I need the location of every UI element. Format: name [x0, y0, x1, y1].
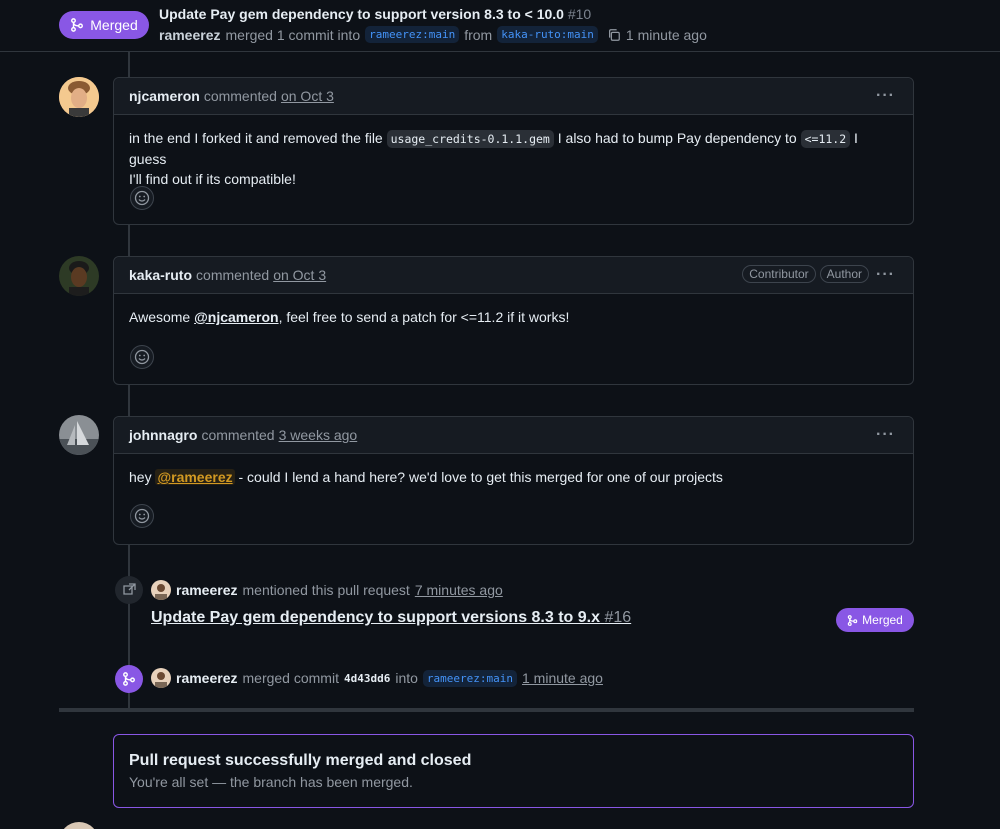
copy-icon[interactable] — [607, 28, 621, 42]
commit-sha[interactable]: 4d43dd6 — [344, 672, 390, 685]
inline-code: <=11.2 — [800, 130, 851, 148]
avatar[interactable] — [59, 256, 99, 296]
comment-time[interactable]: on Oct 3 — [281, 88, 334, 104]
comment-text: Awesome — [129, 309, 191, 325]
pr-number: #10 — [567, 6, 592, 22]
avatar[interactable] — [59, 822, 99, 829]
referenced-pr-state-badge: Merged — [836, 608, 914, 632]
comment-author[interactable]: kaka-ruto — [129, 267, 192, 283]
comment-time[interactable]: on Oct 3 — [273, 267, 326, 283]
head-branch[interactable]: kaka-ruto:main — [497, 26, 598, 43]
merged-text: merged 1 commit into — [225, 26, 361, 43]
comment-body: in the end I forked it and removed the f… — [114, 115, 913, 189]
comment-text: I'll find out if its compatible! — [129, 171, 296, 187]
pr-author[interactable]: rameerez — [159, 27, 221, 43]
into-text: into — [395, 670, 418, 686]
more-options-icon[interactable]: ··· — [876, 266, 895, 284]
contributor-label: Contributor — [742, 265, 816, 283]
user-mention[interactable]: @rameerez — [155, 469, 235, 485]
pr-title-text: Update Pay gem dependency to support ver… — [159, 6, 564, 22]
merge-event: rameerez merged commit 4d43dd6 into rame… — [151, 668, 603, 688]
base-branch[interactable]: rameerez:main — [422, 669, 517, 687]
referenced-pr-state: Merged — [862, 613, 903, 627]
event-time[interactable]: 7 minutes ago — [415, 582, 503, 598]
cross-reference-icon — [123, 583, 136, 595]
comment-labels: Contributor Author — [742, 265, 869, 283]
merged-state-badge: Merged — [59, 11, 149, 39]
referenced-pr-link[interactable]: Update Pay gem dependency to support ver… — [151, 609, 631, 627]
event-author[interactable]: rameerez — [176, 670, 238, 686]
comment-time[interactable]: 3 weeks ago — [279, 427, 358, 443]
pr-merge-summary: rameerez merged 1 commit into rameerez:m… — [159, 26, 707, 43]
comment-action: commented — [196, 267, 270, 283]
avatar[interactable] — [151, 668, 171, 688]
comment-author[interactable]: johnnagro — [129, 427, 197, 443]
from-text: from — [464, 26, 493, 43]
smiley-icon — [134, 508, 150, 524]
avatar[interactable] — [59, 77, 99, 117]
comment-author[interactable]: njcameron — [129, 88, 200, 104]
merge-icon — [71, 18, 84, 32]
comment-text: hey — [129, 469, 152, 485]
avatar[interactable] — [151, 580, 171, 600]
author-label: Author — [819, 265, 869, 283]
comment-action: commented — [201, 427, 275, 443]
comment-text: I also had to bump Pay dependency to — [557, 130, 797, 146]
avatar[interactable] — [59, 415, 99, 455]
comment-body: Awesome @njcameron, feel free to send a … — [114, 294, 913, 327]
comment-header: johnnagro commented 3 weeks ago ··· — [114, 417, 913, 454]
comment-action: commented — [203, 88, 277, 104]
merge-icon — [123, 672, 135, 686]
merge-icon — [847, 614, 858, 626]
event-text: mentioned this pull request — [242, 582, 410, 598]
comment-card: johnnagro commented 3 weeks ago ··· hey … — [113, 416, 914, 545]
referenced-pr-title: Update Pay gem dependency to support ver… — [151, 609, 601, 626]
pr-sticky-header: Merged Update Pay gem dependency to supp… — [0, 0, 1000, 52]
referenced-pr-number: #16 — [604, 609, 632, 626]
merge-status-box: Pull request successfully merged and clo… — [113, 734, 914, 808]
comment-text: , feel free to send a patch for <=11.2 i… — [278, 309, 570, 325]
add-reaction-button[interactable] — [130, 345, 154, 369]
header-time[interactable]: 1 minute ago — [626, 27, 707, 43]
event-text: merged commit — [242, 670, 339, 686]
merge-event-icon — [115, 665, 143, 693]
comment-text: - could I lend a hand here? we'd love to… — [238, 469, 723, 485]
pr-title[interactable]: Update Pay gem dependency to support ver… — [159, 6, 591, 22]
smiley-icon — [134, 349, 150, 365]
more-options-icon[interactable]: ··· — [876, 426, 895, 444]
inline-code: usage_credits-0.1.1.gem — [386, 130, 554, 148]
mention-event: rameerez mentioned this pull request 7 m… — [151, 580, 503, 600]
cross-reference-event-icon — [115, 576, 143, 604]
smiley-icon — [134, 190, 150, 206]
comment-header: njcameron commented on Oct 3 ··· — [114, 78, 913, 115]
comment-header: kaka-ruto commented on Oct 3 Contributor… — [114, 257, 913, 294]
add-reaction-button[interactable] — [130, 186, 154, 210]
comment-card: kaka-ruto commented on Oct 3 Contributor… — [113, 256, 914, 385]
comment-body: hey @rameerez - could I lend a hand here… — [114, 454, 913, 487]
merge-status-subtext: You're all set — the branch has been mer… — [129, 774, 413, 790]
comment-card: njcameron commented on Oct 3 ··· in the … — [113, 77, 914, 225]
base-branch[interactable]: rameerez:main — [365, 26, 460, 43]
add-reaction-button[interactable] — [130, 504, 154, 528]
state-badge-label: Merged — [90, 17, 138, 33]
event-author[interactable]: rameerez — [176, 582, 238, 598]
more-options-icon[interactable]: ··· — [876, 87, 895, 105]
comment-text: in the end I forked it and removed the f… — [129, 130, 383, 146]
event-time[interactable]: 1 minute ago — [522, 670, 603, 686]
timeline-divider — [59, 708, 914, 712]
user-mention[interactable]: @njcameron — [194, 309, 278, 325]
merge-status-heading: Pull request successfully merged and clo… — [129, 752, 472, 769]
